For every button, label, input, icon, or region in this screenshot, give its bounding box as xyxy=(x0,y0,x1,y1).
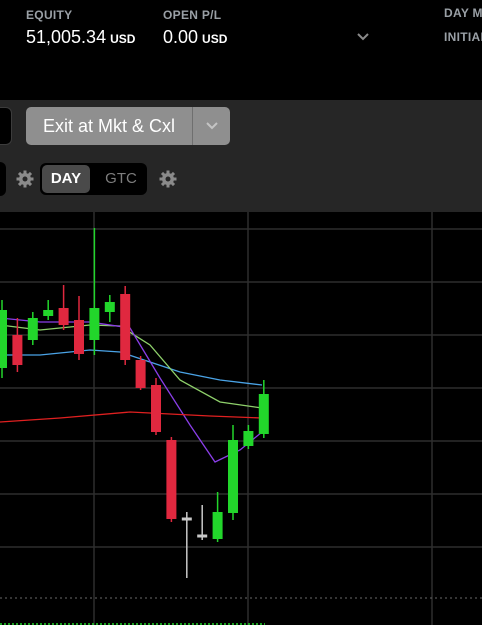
candle xyxy=(43,300,54,320)
candle-body xyxy=(228,440,238,513)
candle xyxy=(166,437,177,522)
candle-body xyxy=(27,318,38,340)
candle-body xyxy=(74,320,84,354)
candlestick-chart[interactable] xyxy=(0,212,482,625)
truncated-field[interactable] xyxy=(0,162,6,196)
initial-label: INITIAL xyxy=(444,30,482,44)
candle-body xyxy=(258,394,269,434)
candle xyxy=(181,512,192,578)
truncated-button[interactable] xyxy=(0,107,12,145)
candle-body xyxy=(43,310,54,316)
gear-icon[interactable] xyxy=(15,169,35,189)
exit-dropdown-toggle[interactable] xyxy=(193,107,230,145)
chevron-down-icon xyxy=(205,122,218,130)
open-pl-value: 0.00 USD xyxy=(163,27,227,48)
candle xyxy=(120,286,131,365)
candle xyxy=(212,492,223,542)
candle-body xyxy=(151,385,161,432)
open-pl-amount: 0.00 xyxy=(163,27,199,47)
gear-icon[interactable] xyxy=(158,169,178,189)
open-pl-label: OPEN P/L xyxy=(163,8,222,22)
equity-value: 51,005.34 USD xyxy=(26,27,135,48)
candle-body xyxy=(120,294,131,360)
time-in-force-toggle: DAY GTC xyxy=(40,163,147,195)
candle xyxy=(104,295,115,322)
candle-body xyxy=(12,335,23,365)
candle-body xyxy=(243,431,254,446)
day-label: DAY M xyxy=(444,6,482,20)
candle-body xyxy=(58,308,69,325)
candle-body xyxy=(89,308,100,340)
candle xyxy=(27,312,38,345)
candle-body xyxy=(135,360,146,388)
tif-option-gtc[interactable]: GTC xyxy=(96,165,146,193)
chart-grid xyxy=(0,212,482,625)
candle-body xyxy=(166,440,177,519)
candle-body xyxy=(104,302,115,312)
chevron-down-icon[interactable] xyxy=(357,31,369,43)
equity-label: EQUITY xyxy=(26,8,73,22)
moving-average-line xyxy=(0,411,263,423)
equity-amount: 51,005.34 xyxy=(26,27,107,47)
candle-body xyxy=(212,512,223,539)
account-summary-bar: EQUITY 51,005.34 USD OPEN P/L 0.00 USD DAY… xyxy=(0,0,482,100)
open-pl-unit: USD xyxy=(202,32,228,46)
tif-option-day[interactable]: DAY xyxy=(42,165,90,193)
candle xyxy=(151,378,161,435)
candle-body xyxy=(0,310,7,368)
candle xyxy=(0,300,7,378)
candle xyxy=(197,505,208,540)
candle xyxy=(228,425,238,520)
equity-unit: USD xyxy=(110,32,136,46)
moving-average-line xyxy=(0,349,263,386)
candle xyxy=(74,296,84,360)
exit-at-market-and-cancel-button[interactable]: Exit at Mkt & Cxl xyxy=(26,107,230,145)
candle xyxy=(58,285,69,330)
exit-button-label[interactable]: Exit at Mkt & Cxl xyxy=(26,107,192,145)
candle xyxy=(135,356,146,390)
candle xyxy=(89,228,100,355)
candle xyxy=(243,425,254,449)
moving-average-line xyxy=(0,324,263,409)
